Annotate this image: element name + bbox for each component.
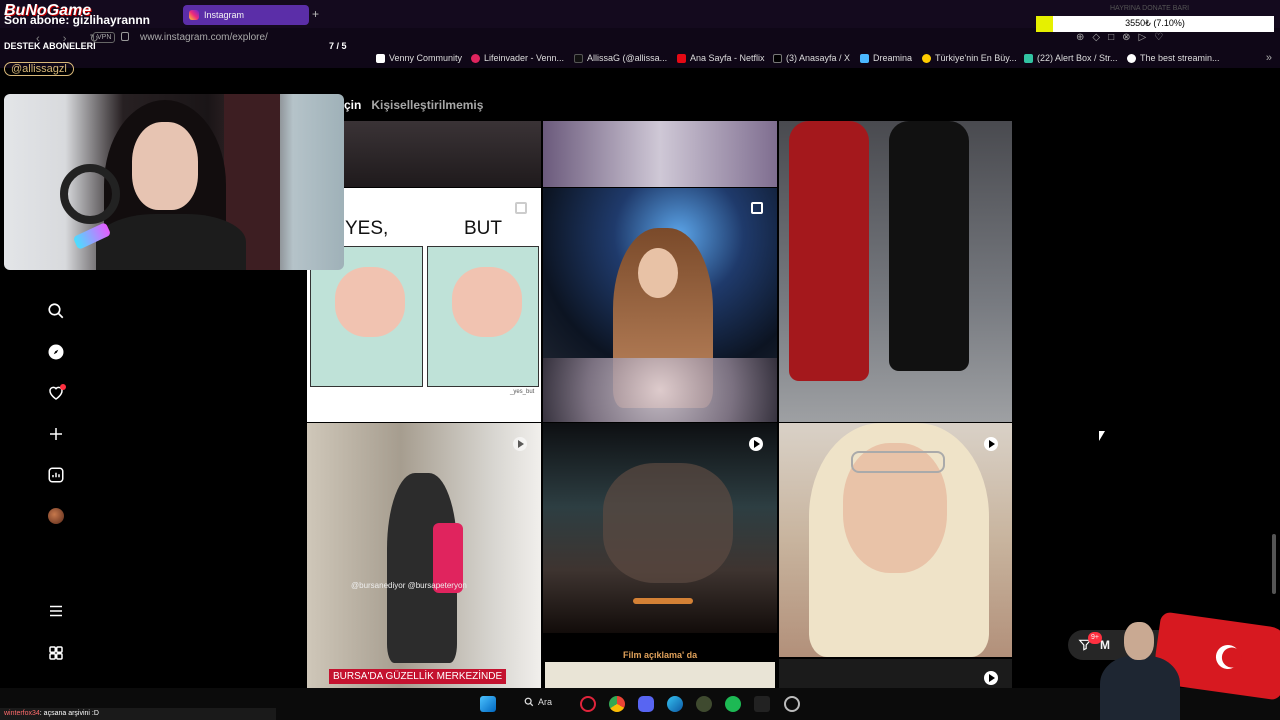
venny-icon xyxy=(376,53,385,63)
more-bookmarks-icon[interactable]: » xyxy=(1266,52,1272,64)
bookmark-item[interactable]: (3) Anasayfa / X xyxy=(773,53,850,63)
support-subs-label: DESTEK ABONELERI xyxy=(4,41,96,51)
crescent-icon xyxy=(1214,643,1242,671)
explore-reel[interactable] xyxy=(779,659,1012,688)
vpn-badge[interactable]: VPN xyxy=(93,32,116,43)
face xyxy=(132,122,198,210)
netflix-icon xyxy=(677,53,686,63)
headset-icon xyxy=(60,164,120,224)
lifeinvader-icon xyxy=(471,53,480,63)
spotify-icon[interactable] xyxy=(725,696,741,712)
explore-tabs: çin Kişiselleştirilmemiş xyxy=(344,98,483,112)
edge-icon[interactable] xyxy=(667,696,683,712)
webcam-overlay xyxy=(4,94,344,270)
reel-icon xyxy=(984,437,998,451)
chat-message: winterfox34: açsana arşivini :D xyxy=(0,708,276,720)
notifications-heart-icon[interactable] xyxy=(46,383,66,403)
avatar xyxy=(48,508,64,524)
reel-icon xyxy=(984,671,998,685)
dreamina-icon xyxy=(860,53,869,63)
dashboard-icon[interactable] xyxy=(46,465,66,485)
streamlabs-icon xyxy=(1024,53,1033,63)
donate-progress-text: 3550₺ (7.10%) xyxy=(1125,18,1185,28)
notification-dot xyxy=(60,384,66,390)
watermark: _yes_but xyxy=(510,389,535,395)
reel-icon xyxy=(749,437,763,451)
bookmark-item[interactable]: Ana Sayfa - Netflix xyxy=(677,53,765,63)
tiktok-icon xyxy=(574,53,583,63)
taskbar-search[interactable]: Ara xyxy=(524,697,552,707)
chat-username: winterfox34 xyxy=(4,710,40,717)
new-tab-button[interactable]: + xyxy=(312,7,319,21)
comic-panel xyxy=(427,246,539,387)
comic-caption-left: YES, xyxy=(345,218,389,239)
windows-start-icon[interactable] xyxy=(480,696,496,712)
screen: Instagram + ‹ › ↻ VPN www.instagram.com/… xyxy=(0,0,1280,720)
overlay-text: @bursanediyor @bursapeteryon xyxy=(351,581,467,590)
page-scrollbar[interactable] xyxy=(1272,534,1276,594)
bookmark-item[interactable]: Türkiye'nin En Büy... xyxy=(922,53,1017,63)
post-caption: Film açıklama' da xyxy=(623,650,698,660)
flowers xyxy=(543,358,777,422)
reel-icon xyxy=(513,437,527,451)
explore-post[interactable]: Film açıklama' da xyxy=(543,634,777,688)
candles xyxy=(633,598,693,604)
opera-gx-icon[interactable] xyxy=(580,696,596,712)
flag-portrait-overlay xyxy=(1070,612,1280,720)
carousel-icon xyxy=(515,202,527,214)
settings-icon[interactable] xyxy=(784,696,800,712)
latest-subscriber: Son abone: gizlihayrannn xyxy=(4,13,151,27)
donate-progress-bar: 3550₺ (7.10%) xyxy=(1036,16,1274,32)
bookmark-item[interactable]: The best streamin... xyxy=(1127,53,1220,63)
bookmark-item[interactable]: Venny Community xyxy=(376,53,462,63)
create-plus-icon[interactable] xyxy=(46,424,66,444)
site-icon xyxy=(922,53,931,63)
mouse-cursor-icon xyxy=(1099,431,1105,441)
bookmark-item[interactable]: Lifeinvader - Venn... xyxy=(471,53,564,63)
lock-icon[interactable] xyxy=(121,32,129,41)
tab-label: Instagram xyxy=(204,10,245,20)
explore-reel[interactable]: @bursanediyor @bursapeteryon BURSA'DA GÜ… xyxy=(307,423,541,688)
bookmark-item[interactable]: Dreamina xyxy=(860,53,912,63)
tab-instagram[interactable]: Instagram xyxy=(183,5,309,25)
explore-post[interactable] xyxy=(543,188,777,422)
search-icon[interactable] xyxy=(46,301,66,321)
red-suit-figure xyxy=(789,121,869,381)
carousel-icon xyxy=(751,202,763,214)
explore-reel[interactable] xyxy=(779,121,1012,422)
black-suit-figure xyxy=(889,121,969,371)
tab-for-you[interactable]: çin xyxy=(344,98,361,112)
profile-avatar[interactable] xyxy=(46,506,66,526)
bookmarks-bar: Venny Community Lifeinvader - Venn... Al… xyxy=(0,50,1280,68)
explore-post[interactable] xyxy=(543,121,777,187)
explore-reel[interactable] xyxy=(543,423,777,633)
x-icon xyxy=(773,53,782,63)
portrait xyxy=(1090,622,1190,720)
support-subs-counter: 7 / 5 xyxy=(329,41,347,51)
extension-icons[interactable]: ⊕◇□⊗▷♡ xyxy=(1076,32,1171,43)
glasses xyxy=(851,451,945,473)
more-apps-icon[interactable] xyxy=(46,643,66,663)
bookmark-item[interactable]: AllissaG (@allissa... xyxy=(574,53,667,63)
body xyxy=(96,214,246,270)
caption-banner: BURSA'DA GÜZELLİK MERKEZİNDE xyxy=(329,669,507,684)
app-icon[interactable] xyxy=(696,696,712,712)
explore-reel[interactable] xyxy=(779,423,1012,657)
instagram-icon xyxy=(189,10,199,20)
app-icon[interactable] xyxy=(754,696,770,712)
url-field[interactable]: www.instagram.com/explore/ xyxy=(140,32,268,43)
chrome-icon[interactable] xyxy=(609,696,625,712)
comic-caption-right: BUT xyxy=(464,218,502,239)
discord-icon[interactable] xyxy=(638,696,654,712)
explore-icon[interactable] xyxy=(46,342,66,362)
menu-icon[interactable] xyxy=(46,601,66,621)
tab-non-personalized[interactable]: Kişiselleştirilmemiş xyxy=(371,98,483,112)
donate-bar-title: HAYRINA DONATE BARI xyxy=(1110,5,1190,12)
site-icon xyxy=(1127,53,1136,63)
bookmark-item[interactable]: (22) Alert Box / Str... xyxy=(1024,53,1118,63)
chat-text: : açsana arşivini :D xyxy=(39,710,99,717)
search-icon xyxy=(524,697,534,707)
streamer-handle: @allissagzl xyxy=(4,62,74,76)
